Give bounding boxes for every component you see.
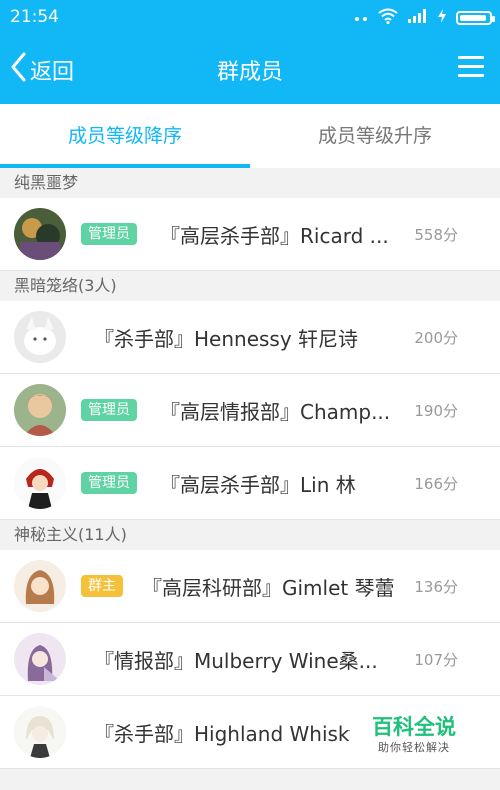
watermark-logo: 百科全说 助你轻松解决 bbox=[372, 714, 456, 756]
dots-icon bbox=[354, 10, 368, 26]
member-name: 『高层杀手部』Ricard ... bbox=[160, 224, 389, 248]
member-score: 136分 bbox=[414, 578, 458, 596]
group-header: 纯黑噩梦 bbox=[0, 168, 500, 198]
sort-tabs: 成员等级降序 成员等级升序 bbox=[0, 104, 500, 169]
tab-level-desc[interactable]: 成员等级降序 bbox=[0, 104, 250, 168]
member-row[interactable]: 『情报部』Mulberry Wine桑... 107分 bbox=[0, 623, 500, 696]
member-score: 166分 bbox=[414, 475, 458, 493]
group-header: 黑暗笼络(3人) bbox=[0, 271, 500, 301]
status-time: 21:54 bbox=[10, 7, 59, 27]
avatar bbox=[14, 384, 66, 436]
avatar bbox=[14, 560, 66, 612]
battery-icon bbox=[456, 11, 495, 25]
member-name: 『杀手部』Highland Whisky bbox=[94, 722, 350, 746]
menu-icon[interactable] bbox=[458, 56, 484, 78]
member-row[interactable]: 『杀手部』Hennessy 轩尼诗 200分 bbox=[0, 301, 500, 374]
watermark-subtitle: 助你轻松解决 bbox=[378, 741, 450, 754]
avatar bbox=[14, 457, 66, 509]
page-title: 群成员 bbox=[216, 60, 283, 85]
member-score: 200分 bbox=[414, 329, 458, 347]
member-score: 558分 bbox=[414, 226, 458, 244]
member-score: 107分 bbox=[414, 651, 458, 669]
member-row[interactable]: 群主 『高层科研部』Gimlet 琴蕾 136分 bbox=[0, 550, 500, 623]
avatar bbox=[14, 706, 66, 758]
status-icons bbox=[354, 8, 495, 28]
status-bar: 21:54 bbox=[0, 0, 500, 34]
member-name: 『高层杀手部』Lin 林 bbox=[160, 473, 356, 497]
admin-badge: 管理员 bbox=[81, 399, 137, 421]
member-list: 纯黑噩梦 管理员 『高层杀手部』Ricard ... 558分 黑暗笼络(3人)… bbox=[0, 168, 500, 769]
member-name: 『杀手部』Hennessy 轩尼诗 bbox=[94, 327, 359, 351]
member-row[interactable]: 管理员 『高层杀手部』Lin 林 166分 bbox=[0, 447, 500, 520]
member-score: 190分 bbox=[414, 402, 458, 420]
member-name: 『高层情报部』Champ... bbox=[160, 400, 391, 424]
tab-level-asc[interactable]: 成员等级升序 bbox=[250, 104, 500, 168]
watermark-title: 百科全说 bbox=[372, 715, 456, 739]
member-row[interactable]: 管理员 『高层杀手部』Ricard ... 558分 bbox=[0, 198, 500, 271]
member-row[interactable]: 管理员 『高层情报部』Champ... 190分 bbox=[0, 374, 500, 447]
member-name: 『情报部』Mulberry Wine桑... bbox=[94, 649, 378, 673]
avatar bbox=[14, 208, 66, 260]
admin-badge: 管理员 bbox=[81, 223, 137, 245]
charging-icon bbox=[438, 9, 446, 27]
title-bar: 返回 群成员 bbox=[0, 34, 500, 104]
admin-badge: 管理员 bbox=[81, 472, 137, 494]
group-header: 神秘主义(11人) bbox=[0, 520, 500, 550]
signal-icon bbox=[408, 9, 428, 27]
avatar bbox=[14, 311, 66, 363]
owner-badge: 群主 bbox=[81, 575, 123, 597]
avatar bbox=[14, 633, 66, 685]
member-name: 『高层科研部』Gimlet 琴蕾 bbox=[142, 576, 395, 600]
wifi-icon bbox=[378, 8, 398, 28]
